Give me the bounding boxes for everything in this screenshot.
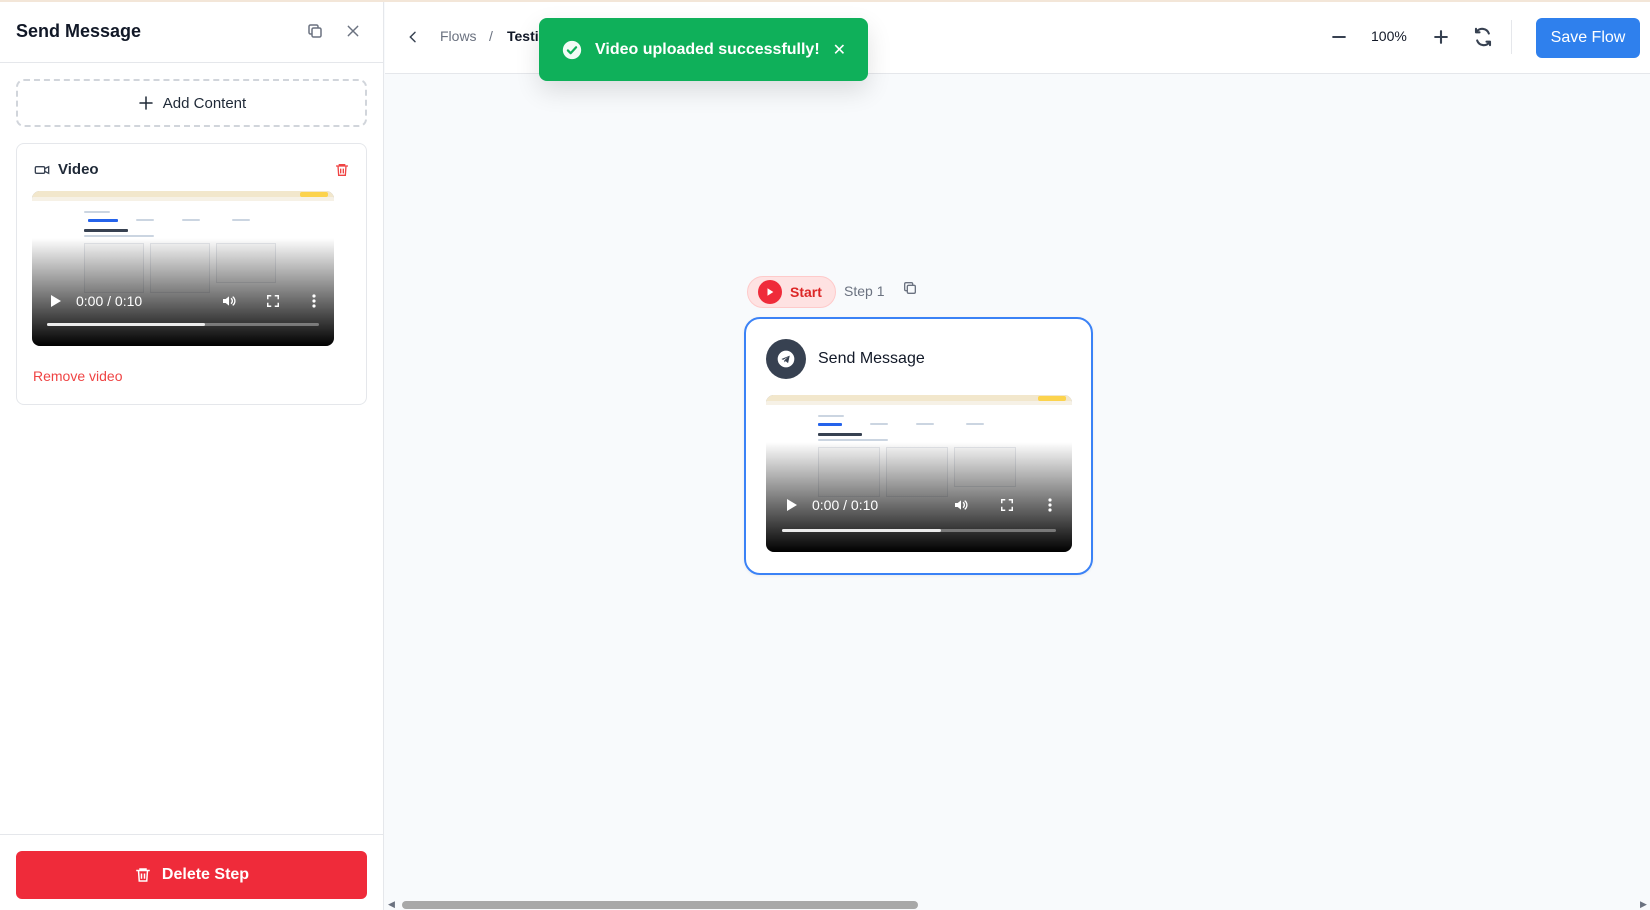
video-content-card: Video 0:00 / 0:10 Remove video bbox=[16, 143, 367, 405]
reset-zoom-button[interactable] bbox=[1469, 23, 1497, 56]
more-options-icon[interactable] bbox=[1048, 498, 1052, 512]
breadcrumb-separator: / bbox=[489, 28, 493, 44]
node-video-time: 0:00 / 0:10 bbox=[812, 497, 879, 513]
success-toast: Video uploaded successfully! ✕ bbox=[539, 18, 868, 81]
breadcrumb-current-flow: Testi bbox=[507, 28, 539, 44]
duplicate-step-button[interactable] bbox=[301, 17, 329, 45]
refresh-icon bbox=[1474, 27, 1492, 47]
copy-icon bbox=[904, 282, 916, 294]
video-time: 0:00 / 0:10 bbox=[76, 293, 143, 309]
video-card-header: Video bbox=[34, 161, 350, 178]
remove-video-link[interactable]: Remove video bbox=[33, 368, 123, 384]
chevron-left-icon bbox=[409, 31, 416, 43]
start-play-icon bbox=[758, 280, 782, 304]
play-icon[interactable] bbox=[786, 498, 798, 512]
more-options-icon[interactable] bbox=[312, 294, 316, 308]
toast-message: Video uploaded successfully! bbox=[595, 40, 820, 58]
add-content-label: Add Content bbox=[162, 94, 247, 112]
video-card-title: Video bbox=[58, 161, 99, 178]
delete-step-button[interactable]: Delete Step bbox=[16, 851, 367, 899]
flow-canvas-area: Flows / Testi 100% Save Flow Start Step … bbox=[385, 0, 1650, 910]
fullscreen-icon[interactable] bbox=[1000, 498, 1014, 512]
video-player[interactable]: 0:00 / 0:10 bbox=[32, 191, 334, 346]
video-controls: 0:00 / 0:10 bbox=[32, 291, 334, 311]
copy-step-button[interactable] bbox=[902, 280, 918, 301]
close-sidebar-button[interactable] bbox=[339, 17, 367, 45]
scroll-left-arrow-icon[interactable]: ◀ bbox=[388, 899, 395, 910]
telegram-icon bbox=[766, 339, 806, 379]
delete-step-label: Delete Step bbox=[161, 866, 250, 883]
horizontal-scrollbar-thumb[interactable] bbox=[402, 901, 918, 909]
zoom-level: 100% bbox=[1371, 28, 1407, 44]
sidebar-footer-divider bbox=[0, 834, 384, 835]
play-icon[interactable] bbox=[50, 294, 62, 308]
close-icon bbox=[347, 25, 359, 37]
save-flow-button[interactable]: Save Flow bbox=[1536, 18, 1640, 58]
fullscreen-icon[interactable] bbox=[266, 294, 280, 308]
node-video-controls: 0:00 / 0:10 bbox=[766, 495, 1072, 515]
scroll-right-arrow-icon[interactable]: ▶ bbox=[1640, 899, 1647, 910]
zoom-out-button[interactable] bbox=[1325, 23, 1353, 56]
step-editor-sidebar: Send Message Add Content Video 0:00 / 0:… bbox=[0, 0, 384, 910]
node-video-player[interactable]: 0:00 / 0:10 bbox=[766, 395, 1072, 552]
start-badge[interactable]: Start bbox=[747, 276, 836, 308]
video-camera-icon bbox=[34, 165, 50, 174]
top-accent-line bbox=[0, 0, 1650, 2]
sidebar-header: Send Message bbox=[0, 0, 383, 63]
sidebar-title: Send Message bbox=[16, 20, 142, 41]
start-label: Start bbox=[790, 284, 822, 300]
add-content-button[interactable]: Add Content bbox=[16, 79, 367, 127]
node-title: Send Message bbox=[818, 350, 925, 367]
toolbar-divider bbox=[1511, 20, 1512, 54]
video-progress-track[interactable] bbox=[47, 323, 319, 326]
step-label: Step 1 bbox=[844, 283, 885, 299]
trash-icon[interactable] bbox=[334, 162, 350, 178]
volume-icon[interactable] bbox=[952, 497, 970, 513]
send-message-node[interactable]: Send Message 0:00 / 0:10 bbox=[744, 317, 1093, 575]
plus-icon bbox=[1434, 30, 1448, 44]
node-video-progress-track[interactable] bbox=[782, 529, 1056, 532]
breadcrumb-flows-link[interactable]: Flows bbox=[440, 28, 477, 44]
check-circle-icon bbox=[562, 40, 582, 59]
volume-icon[interactable] bbox=[220, 293, 238, 309]
node-video-progress-fill bbox=[782, 529, 941, 532]
plus-icon bbox=[139, 96, 153, 110]
back-button[interactable] bbox=[405, 24, 421, 55]
copy-icon bbox=[308, 24, 322, 38]
minus-icon bbox=[1332, 35, 1346, 39]
toast-close-button[interactable]: ✕ bbox=[833, 40, 846, 60]
zoom-in-button[interactable] bbox=[1427, 23, 1455, 56]
trash-icon bbox=[136, 868, 150, 882]
video-progress-fill bbox=[47, 323, 205, 326]
